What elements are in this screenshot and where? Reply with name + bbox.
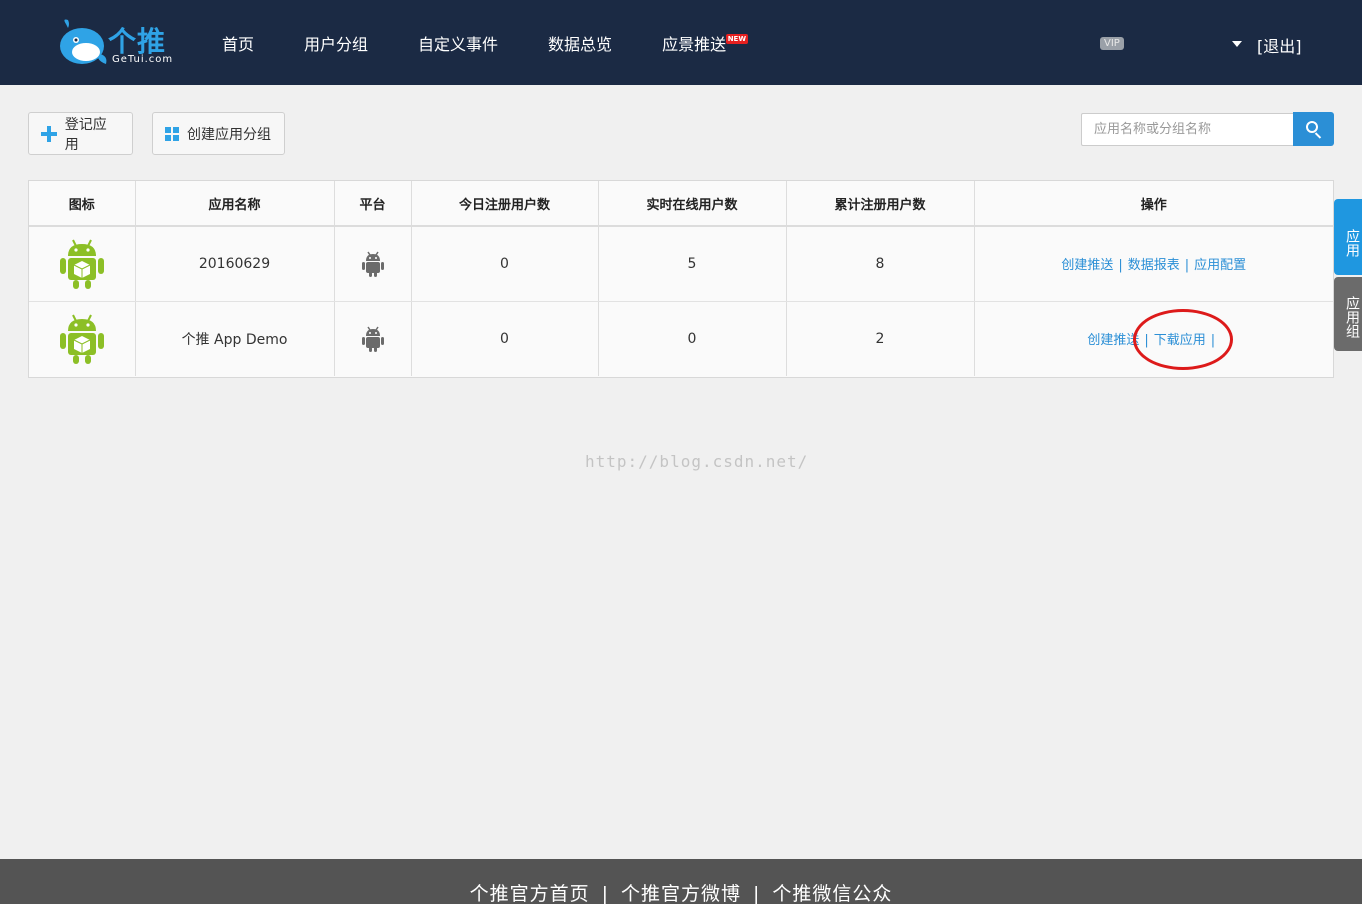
side-tab-app-group[interactable]: 应用组 [1334,277,1362,351]
online-users-count: 5 [598,226,787,302]
today-registered-count: 0 [411,301,599,376]
data-report-link[interactable]: 数据报表 [1128,258,1180,273]
app-config-link[interactable]: 应用配置 [1194,258,1246,273]
col-header-total-registered: 累计注册用户数 [786,181,975,227]
footer: 个推官方首页 | 个推官方微博 | 个推微信公众 [0,859,1362,904]
top-navbar: 个推 GeTui.com 首页 用户分组 自定义事件 数据总览 应景推送 NEW… [0,0,1362,85]
register-app-label: 登记应用 [64,116,107,153]
col-header-app-name: 应用名称 [135,181,335,227]
search-button[interactable] [1293,112,1334,146]
app-table: 图标 应用名称 平台 今日注册用户数 实时在线用户数 累计注册用户数 操作 20… [28,180,1334,378]
footer-link-wechat[interactable]: 个推微信公众 [772,883,892,904]
footer-separator: | [601,883,609,904]
online-users-count: 0 [598,301,787,376]
col-header-actions: 操作 [974,181,1333,227]
logout-link[interactable]: [退出] [1257,33,1302,57]
actions-cell: 创建推送 | 下载应用 | [974,301,1333,376]
total-registered-count: 8 [786,226,975,302]
today-registered-count: 0 [411,226,599,302]
separator: | [1184,258,1190,274]
android-app-icon [59,314,104,364]
side-tab-app[interactable]: 应用 [1334,199,1362,275]
create-app-group-label: 创建应用分组 [187,126,271,143]
nav-data-overview[interactable]: 数据总览 [548,31,612,55]
total-registered-count: 2 [786,301,975,376]
col-header-today-registered: 今日注册用户数 [411,181,599,227]
table-row: 20160629 0 5 8 创建推送 | 数据报表 | 应用配置 [29,226,1333,302]
nav-scene-push[interactable]: 应景推送 NEW [662,31,749,55]
getui-logo[interactable]: 个推 GeTui.com [56,16,172,70]
nav-custom-events[interactable]: 自定义事件 [418,31,498,55]
app-name: 个推 App Demo [135,301,335,376]
col-header-icon: 图标 [29,181,136,227]
android-app-icon [59,239,104,289]
footer-separator: | [753,883,761,904]
whale-logo-icon [60,19,107,64]
main-nav: 首页 用户分组 自定义事件 数据总览 应景推送 NEW [222,0,776,85]
grid-icon [165,126,179,141]
nav-home[interactable]: 首页 [222,31,254,55]
app-name: 20160629 [135,226,335,302]
android-icon [361,326,384,352]
separator: | [1144,333,1149,349]
logo-domain: GeTui.com [112,54,174,65]
user-dropdown-caret-icon[interactable] [1232,41,1242,47]
android-icon [361,251,384,277]
col-header-online-users: 实时在线用户数 [598,181,787,227]
download-app-link[interactable]: 下载应用 [1154,333,1206,348]
vip-badge: VIP [1100,37,1124,50]
separator: | [1118,258,1123,274]
search-input[interactable] [1081,113,1294,146]
plus-icon [41,125,57,142]
footer-link-homepage[interactable]: 个推官方首页 [470,883,590,904]
create-app-group-button[interactable]: 创建应用分组 [152,112,285,155]
register-app-button[interactable]: 登记应用 [28,112,133,155]
watermark: http://blog.csdn.net/ [585,452,809,471]
footer-links: 个推官方首页 | 个推官方微博 | 个推微信公众 [0,879,1362,904]
create-push-link[interactable]: 创建推送 [1061,258,1113,273]
search-icon [1306,121,1318,133]
footer-link-weibo[interactable]: 个推官方微博 [621,883,741,904]
col-header-platform: 平台 [334,181,412,227]
create-push-link[interactable]: 创建推送 [1087,333,1139,348]
table-header-row: 图标 应用名称 平台 今日注册用户数 实时在线用户数 累计注册用户数 操作 [29,181,1333,227]
actions-cell: 创建推送 | 数据报表 | 应用配置 [974,226,1333,302]
nav-scene-push-label: 应景推送 [662,34,727,54]
nav-user-groups[interactable]: 用户分组 [304,31,368,55]
table-row: 个推 App Demo 0 0 2 创建推送 | 下载应用 | [29,301,1333,376]
new-badge: NEW [725,33,749,44]
separator: | [1210,333,1216,349]
